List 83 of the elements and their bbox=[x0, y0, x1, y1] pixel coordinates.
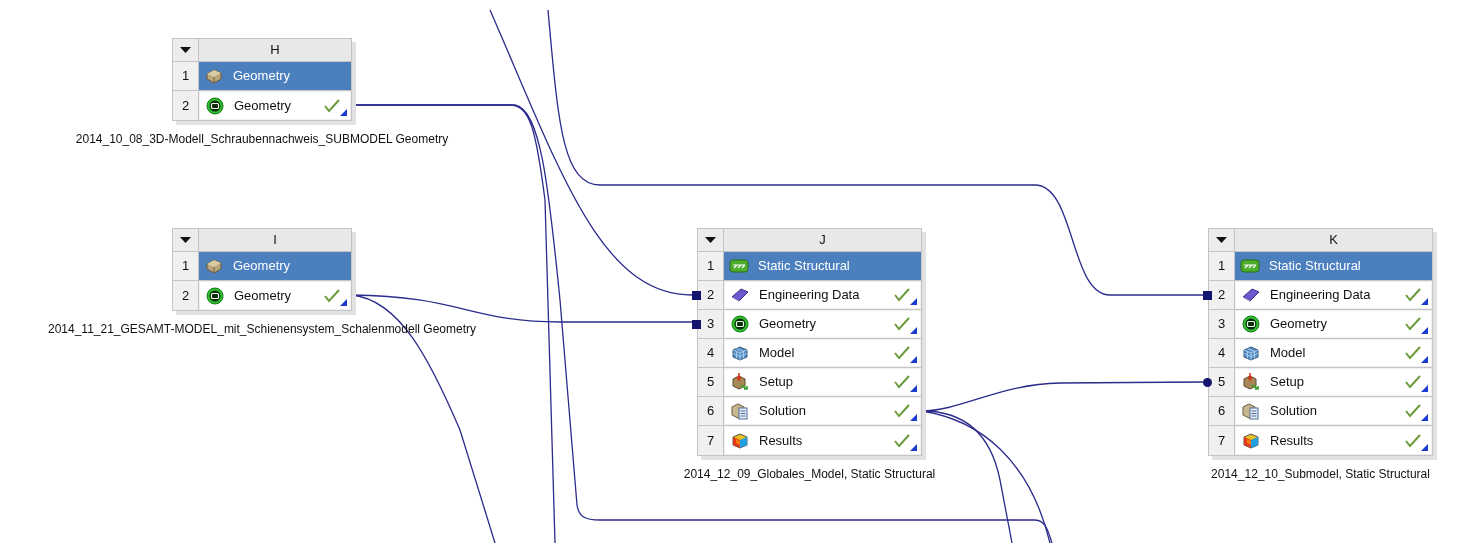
system-letter: K bbox=[1329, 231, 1338, 250]
calculator-box-icon bbox=[731, 402, 749, 420]
row-number: 2 bbox=[706, 286, 715, 305]
system-letter: H bbox=[270, 41, 280, 60]
component-cell[interactable]: Engineering Data bbox=[1236, 282, 1431, 308]
dm-badge-icon bbox=[731, 315, 749, 333]
component-cell[interactable]: Geometry bbox=[200, 282, 350, 309]
caret-icon[interactable] bbox=[180, 236, 191, 244]
row-number: 2 bbox=[1217, 286, 1226, 305]
component-cell[interactable]: Results bbox=[725, 427, 920, 454]
corner-triangle-icon[interactable] bbox=[1421, 414, 1428, 421]
row-number: 5 bbox=[1217, 373, 1226, 392]
row-number: 2 bbox=[181, 286, 190, 305]
stress-panel-icon bbox=[729, 258, 749, 274]
corner-triangle-icon[interactable] bbox=[340, 109, 347, 116]
box-arrows-icon bbox=[1242, 373, 1260, 391]
component-cell[interactable]: Setup bbox=[1236, 369, 1431, 395]
mesh-cube-icon bbox=[1242, 345, 1260, 361]
corner-triangle-icon[interactable] bbox=[910, 414, 917, 421]
corner-triangle-icon[interactable] bbox=[910, 444, 917, 451]
connector-handle[interactable] bbox=[1203, 291, 1212, 300]
corner-triangle-icon[interactable] bbox=[1421, 385, 1428, 392]
row-number: 1 bbox=[706, 257, 715, 276]
caret-icon[interactable] bbox=[180, 46, 191, 54]
system-header-cell[interactable]: Static Structural bbox=[1235, 252, 1432, 280]
corner-triangle-icon[interactable] bbox=[340, 299, 347, 306]
row-number: 3 bbox=[706, 315, 715, 334]
row-number: 5 bbox=[706, 373, 715, 392]
corner-triangle-icon[interactable] bbox=[910, 356, 917, 363]
row-number: 7 bbox=[706, 431, 715, 450]
corner-triangle-icon[interactable] bbox=[1421, 298, 1428, 305]
contour-cube-icon bbox=[731, 431, 749, 450]
row-number: 4 bbox=[706, 344, 715, 363]
dm-badge-icon bbox=[1242, 315, 1260, 333]
system-caption[interactable]: 2014_12_10_Submodel, Static Structural bbox=[1211, 465, 1430, 483]
stress-panel-icon bbox=[1240, 258, 1260, 274]
row-number: 4 bbox=[1217, 344, 1226, 363]
connector-handle[interactable] bbox=[692, 291, 701, 300]
caret-icon[interactable] bbox=[1216, 236, 1227, 244]
connector-handle[interactable] bbox=[1203, 378, 1212, 387]
geometry-box-icon bbox=[205, 258, 223, 274]
dm-badge-icon bbox=[206, 286, 224, 305]
row-number: 2 bbox=[181, 96, 190, 115]
system-caption[interactable]: 2014_10_08_3D-Modell_Schraubennachweis_SUBMODEL Geometry bbox=[75, 130, 449, 148]
component-cell[interactable]: Geometry bbox=[1236, 311, 1431, 337]
corner-triangle-icon[interactable] bbox=[1421, 327, 1428, 334]
system-letter: I bbox=[273, 231, 277, 250]
connector-handle[interactable] bbox=[692, 320, 701, 329]
corner-triangle-icon[interactable] bbox=[1421, 444, 1428, 451]
component-cell[interactable]: Model bbox=[725, 340, 920, 366]
caret-icon[interactable] bbox=[705, 236, 716, 244]
component-cell[interactable]: Results bbox=[1236, 427, 1431, 454]
corner-triangle-icon[interactable] bbox=[910, 327, 917, 334]
row-number: 1 bbox=[1217, 257, 1226, 276]
component-cell[interactable]: Model bbox=[1236, 340, 1431, 366]
system-header-cell[interactable]: Geometry bbox=[199, 62, 351, 90]
component-cell[interactable]: Solution bbox=[725, 398, 920, 424]
mesh-cube-icon bbox=[731, 345, 749, 361]
component-cell[interactable]: Setup bbox=[725, 369, 920, 395]
row-number: 6 bbox=[706, 402, 715, 421]
row-number: 1 bbox=[181, 67, 190, 86]
component-cell[interactable]: Engineering Data bbox=[725, 282, 920, 308]
box-arrows-icon bbox=[731, 373, 749, 391]
component-cell[interactable]: Solution bbox=[1236, 398, 1431, 424]
row-number: 7 bbox=[1217, 431, 1226, 450]
row-number: 3 bbox=[1217, 315, 1226, 334]
corner-triangle-icon[interactable] bbox=[910, 298, 917, 305]
system-letter: J bbox=[819, 231, 826, 250]
contour-cube-icon bbox=[1242, 431, 1260, 450]
system-header-cell[interactable]: Geometry bbox=[199, 252, 351, 280]
calculator-box-icon bbox=[1242, 402, 1260, 420]
dm-badge-icon bbox=[206, 96, 224, 115]
corner-triangle-icon[interactable] bbox=[1421, 356, 1428, 363]
component-cell[interactable]: Geometry bbox=[725, 311, 920, 337]
row-number: 1 bbox=[181, 257, 190, 276]
corner-triangle-icon[interactable] bbox=[910, 385, 917, 392]
row-number: 6 bbox=[1217, 402, 1226, 421]
book-icon bbox=[730, 287, 750, 303]
geometry-box-icon bbox=[205, 68, 223, 84]
system-caption[interactable]: 2014_12_09_Globales_Model, Static Structural bbox=[683, 465, 936, 483]
book-icon bbox=[1241, 287, 1261, 303]
system-header-cell[interactable]: Static Structural bbox=[724, 252, 921, 280]
component-cell[interactable]: Geometry bbox=[200, 92, 350, 119]
